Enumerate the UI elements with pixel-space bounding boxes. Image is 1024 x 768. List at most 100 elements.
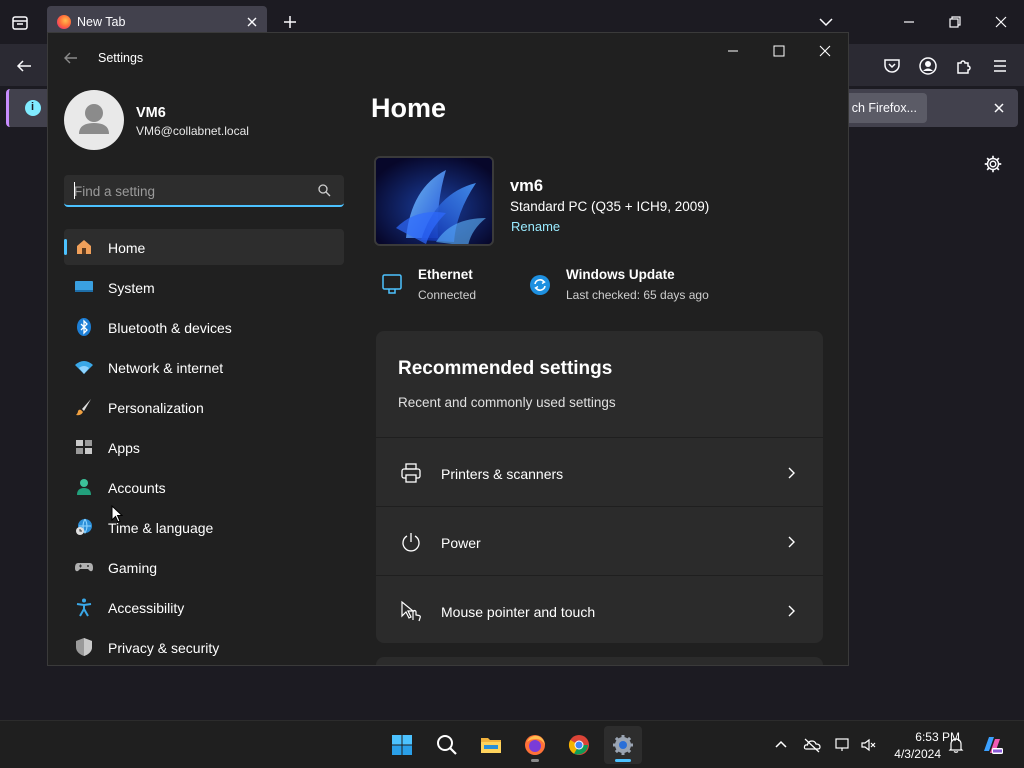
card-title: Recommended settings <box>398 358 613 379</box>
tab-list-icon[interactable] <box>8 11 32 35</box>
gear-icon[interactable] <box>982 153 1004 175</box>
chevron-up-icon[interactable] <box>772 736 790 754</box>
wifi-icon <box>75 361 93 374</box>
close-icon[interactable] <box>810 39 840 63</box>
pocket-icon[interactable] <box>880 54 904 78</box>
windows-bloom-image <box>376 158 492 244</box>
pointer-touch-icon <box>401 600 421 622</box>
settings-gear-icon <box>613 735 633 755</box>
accounts-icon <box>77 479 91 495</box>
selection-indicator <box>64 239 67 255</box>
minimize-icon[interactable] <box>718 39 748 63</box>
start-button[interactable] <box>383 726 421 764</box>
taskbar-settings[interactable] <box>604 726 642 764</box>
page-title: Home <box>371 93 447 123</box>
volume-muted-icon[interactable] <box>860 736 878 754</box>
account-icon[interactable] <box>916 54 940 78</box>
new-tab-icon[interactable] <box>280 12 300 32</box>
sidebar-item-label: Bluetooth & devices <box>108 320 232 336</box>
chevron-right-icon <box>788 536 795 548</box>
maximize-icon[interactable] <box>764 39 794 63</box>
user-icon <box>79 104 109 134</box>
sidebar-item-apps[interactable]: Apps <box>64 429 344 465</box>
back-arrow-icon[interactable] <box>12 54 36 78</box>
profile-email: VM6@collabnet.local <box>136 124 249 138</box>
recommended-item-label: Mouse pointer and touch <box>441 604 596 620</box>
sidebar-item-accessibility[interactable]: Accessibility <box>64 589 344 625</box>
windows-update-title[interactable]: Windows Update <box>566 267 675 282</box>
sidebar-item-home[interactable]: Home <box>64 229 344 265</box>
minimize-icon[interactable] <box>897 10 921 34</box>
accessibility-icon <box>76 598 92 617</box>
profile-name: VM6 <box>136 105 166 121</box>
copilot-icon[interactable] <box>980 733 1004 757</box>
search-icon[interactable] <box>317 183 331 197</box>
chevron-down-icon[interactable] <box>816 12 836 32</box>
tab-title: New Tab <box>77 15 126 29</box>
globe-clock-icon <box>76 518 92 535</box>
taskbar-file-explorer[interactable] <box>472 726 510 764</box>
sidebar-item-bluetooth[interactable]: Bluetooth & devices <box>64 309 344 345</box>
device-wallpaper-image[interactable] <box>374 156 494 246</box>
notification-action-button[interactable]: ch Firefox... <box>841 93 927 123</box>
search-box <box>64 175 344 207</box>
bluetooth-icon <box>77 318 91 336</box>
menu-icon[interactable] <box>988 54 1012 78</box>
taskbar: 6:53 PM 4/3/2024 <box>0 720 1024 768</box>
restore-icon[interactable] <box>943 10 967 34</box>
back-arrow-icon[interactable] <box>62 49 80 67</box>
onedrive-offline-icon[interactable] <box>803 736 821 754</box>
clock-date[interactable]: 4/3/2024 <box>880 747 941 761</box>
ethernet-title[interactable]: Ethernet <box>418 267 473 282</box>
sidebar-item-label: System <box>108 280 155 296</box>
shield-icon <box>76 638 92 656</box>
chevron-right-icon <box>788 605 795 617</box>
sidebar-item-privacy[interactable]: Privacy & security <box>64 629 344 665</box>
info-icon: i <box>25 100 41 116</box>
taskbar-firefox[interactable] <box>516 726 554 764</box>
settings-window: Settings VM6 VM6@collabnet.local Home Sy… <box>47 32 849 666</box>
taskbar-chrome[interactable] <box>560 726 598 764</box>
network-icon[interactable] <box>834 736 852 754</box>
taskbar-search-button[interactable] <box>428 726 466 764</box>
sidebar-item-label: Home <box>108 240 146 256</box>
close-tab-icon[interactable] <box>243 13 261 31</box>
search-icon <box>437 735 457 755</box>
settings-title-bar: Settings <box>48 33 848 83</box>
recommended-item-power[interactable]: Power <box>376 506 823 574</box>
rename-link[interactable]: Rename <box>511 219 560 234</box>
recommended-settings-card: Recommended settings Recent and commonly… <box>376 331 823 643</box>
chevron-right-icon <box>788 467 795 479</box>
sidebar-item-accounts[interactable]: Accounts <box>64 469 344 505</box>
gamepad-icon <box>75 563 93 572</box>
sidebar-item-gaming[interactable]: Gaming <box>64 549 344 585</box>
ethernet-status: Connected <box>418 288 477 302</box>
sidebar-item-personalization[interactable]: Personalization <box>64 389 344 425</box>
notification-bell-icon[interactable] <box>947 736 965 754</box>
running-indicator <box>531 759 539 762</box>
firefox-icon <box>57 15 71 29</box>
close-icon[interactable] <box>989 98 1009 118</box>
sidebar-item-label: Apps <box>108 440 140 456</box>
card-subtitle: Recent and commonly used settings <box>398 395 616 410</box>
recommended-item-printers[interactable]: Printers & scanners <box>376 437 823 505</box>
sidebar-item-label: Time & language <box>108 520 214 536</box>
recommended-item-mouse-pointer[interactable]: Mouse pointer and touch <box>376 575 823 643</box>
search-input[interactable] <box>74 181 304 201</box>
window-title: Settings <box>98 51 144 65</box>
system-icon <box>75 281 93 292</box>
printer-icon <box>401 463 421 483</box>
notification-action-label: ch Firefox... <box>851 101 917 115</box>
sidebar-item-label: Gaming <box>108 560 158 576</box>
sidebar-item-network[interactable]: Network & internet <box>64 349 344 385</box>
windows-update-status: Last checked: 65 days ago <box>566 288 709 302</box>
avatar[interactable] <box>64 90 124 150</box>
sidebar-item-system[interactable]: System <box>64 269 344 305</box>
close-icon[interactable] <box>989 10 1013 34</box>
brush-icon <box>76 399 91 416</box>
sidebar-item-time-language[interactable]: Time & language <box>64 509 344 545</box>
extensions-icon[interactable] <box>952 54 976 78</box>
windows-logo-icon <box>392 735 412 755</box>
apps-icon <box>76 440 92 454</box>
mouse-cursor-icon <box>111 505 123 523</box>
